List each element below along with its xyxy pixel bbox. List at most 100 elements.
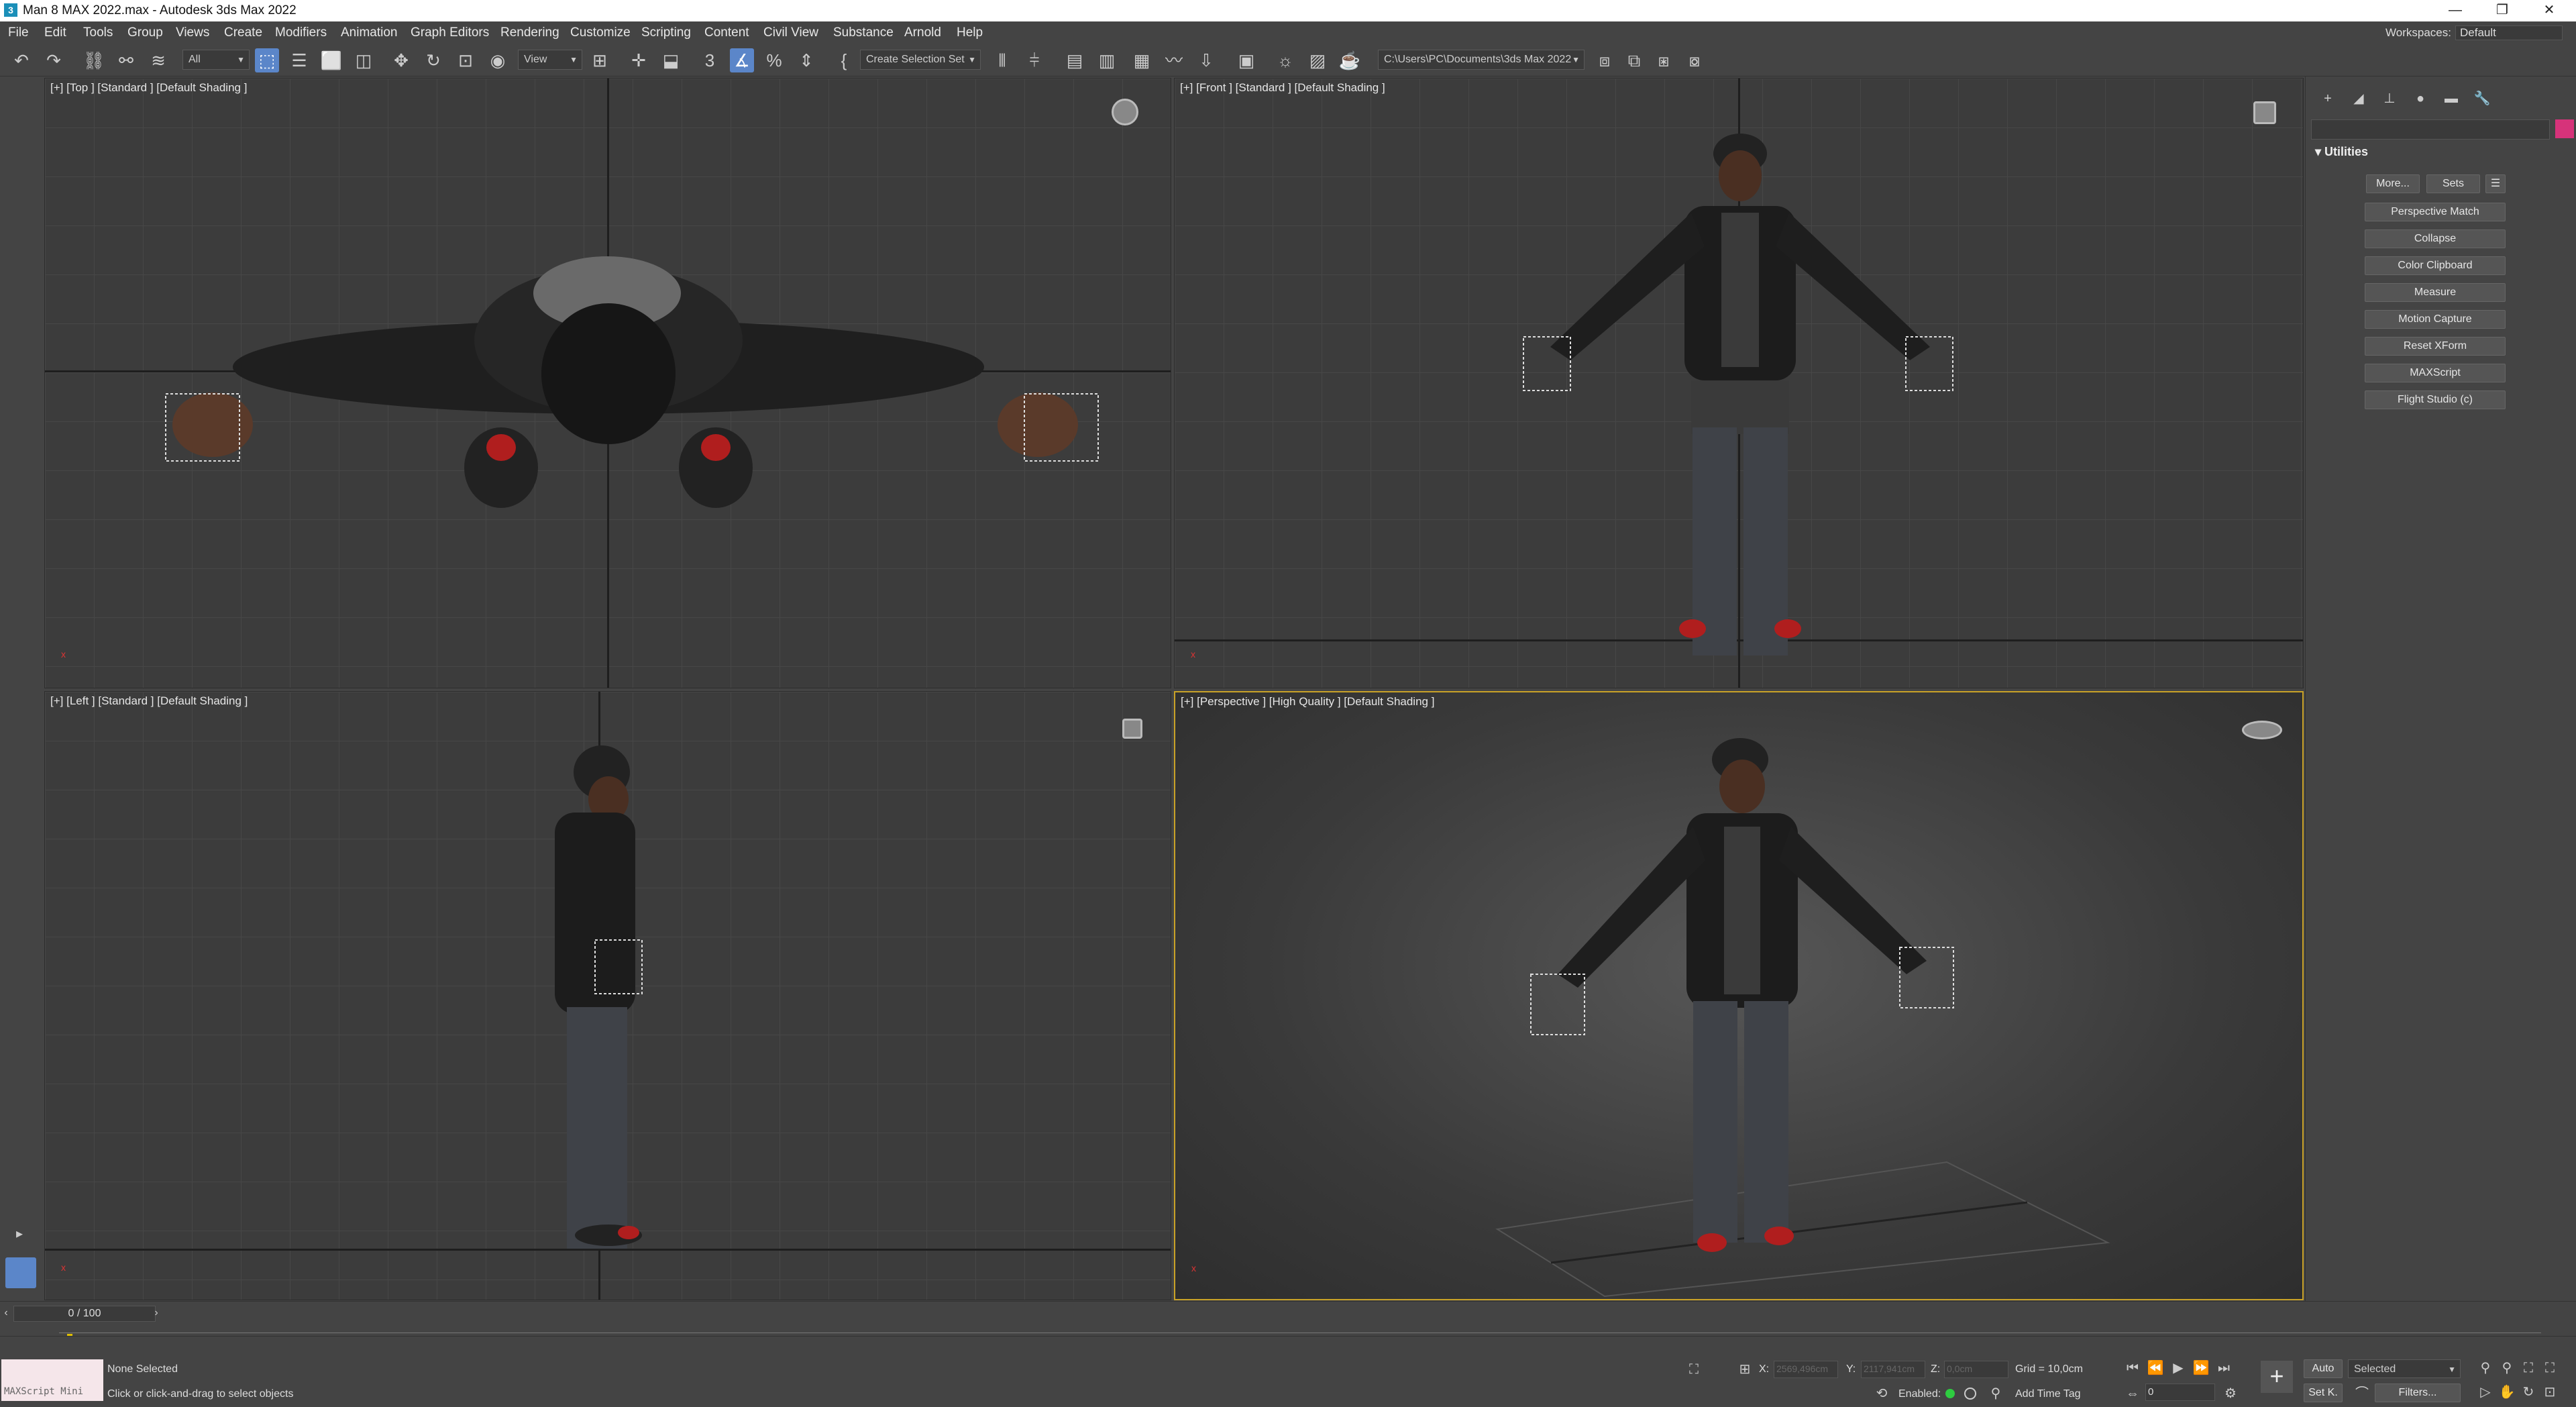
schematic-view-icon[interactable]: ⇩ — [1194, 48, 1218, 72]
configure-button-sets-icon[interactable]: ☰ — [2485, 174, 2506, 193]
menu-animation[interactable]: Animation — [341, 25, 398, 40]
menu-graph-editors[interactable]: Graph Editors — [411, 25, 489, 40]
time-slider[interactable]: 0 / 100 — [13, 1306, 156, 1322]
restore-icon[interactable]: ❐ — [2475, 0, 2529, 21]
perspective-match-button[interactable]: Perspective Match — [2365, 203, 2506, 221]
minimize-icon[interactable]: — — [2428, 0, 2482, 21]
snaps-toggle-icon[interactable]: 3 — [698, 48, 722, 72]
material-editor-icon[interactable]: ▣ — [1234, 48, 1258, 72]
close-icon[interactable]: ✕ — [2522, 0, 2576, 21]
menu-help[interactable]: Help — [957, 25, 983, 40]
menu-substance[interactable]: Substance — [833, 25, 894, 40]
play-icon[interactable]: ▸ — [9, 1224, 30, 1244]
viewport-perspective[interactable]: [+] [Perspective ] [High Quality ] [Defa… — [1174, 691, 2304, 1300]
zoom-icon[interactable]: ⚲ — [2475, 1358, 2496, 1378]
scene-explorer-icon[interactable]: ▤ — [1063, 48, 1087, 72]
display-tab-icon[interactable]: ▬ — [2441, 89, 2461, 109]
maxscript-mini-listener[interactable]: MAXScript Mini — [1, 1359, 103, 1401]
orbit-icon[interactable]: ↻ — [2518, 1382, 2538, 1402]
undo-icon[interactable]: ↶ — [9, 48, 34, 72]
named-selection-set-dropdown[interactable]: Create Selection Set ▼ — [860, 50, 981, 70]
open-project-icon[interactable]: ⧉ — [1622, 48, 1646, 72]
previous-frame-icon[interactable]: ⏪ — [2145, 1358, 2165, 1378]
viewport-front[interactable]: [+] [Front ] [Standard ] [Default Shadin… — [1174, 78, 2304, 688]
field-of-view-icon[interactable]: ▷ — [2475, 1382, 2496, 1402]
modify-tab-icon[interactable]: ◢ — [2349, 89, 2369, 109]
utilities-rollout-header[interactable]: ▾ Utilities — [2315, 145, 2368, 159]
project-path-dropdown[interactable]: C:\Users\PC\Documents\3ds Max 2022 ▼ — [1378, 50, 1585, 70]
time-tag-toggle-icon[interactable] — [1964, 1388, 1976, 1400]
add-time-tag[interactable]: Add Time Tag — [2015, 1388, 2081, 1400]
create-project-icon[interactable]: ⧆ — [1652, 48, 1676, 72]
key-filters-button[interactable]: Filters... — [2375, 1384, 2461, 1402]
z-coord-field[interactable]: 0,0cm — [1944, 1361, 2008, 1378]
select-object-icon[interactable]: ⬚ — [255, 48, 279, 72]
menu-modifiers[interactable]: Modifiers — [275, 25, 327, 40]
menu-rendering[interactable]: Rendering — [500, 25, 559, 40]
menu-edit[interactable]: Edit — [44, 25, 66, 40]
key-filter-dropdown[interactable]: Selected ▼ — [2348, 1359, 2461, 1378]
zoom-extents-all-icon[interactable]: ⛶ — [2540, 1358, 2560, 1378]
flight-studio-button[interactable]: Flight Studio (c) — [2365, 390, 2506, 409]
menu-customize[interactable]: Customize — [570, 25, 631, 40]
absolute-mode-icon[interactable]: ⊞ — [1735, 1359, 1755, 1379]
menu-tools[interactable]: Tools — [83, 25, 113, 40]
select-by-name-icon[interactable]: ☰ — [287, 48, 311, 72]
adaptive-degradation-icon[interactable]: ⟲ — [1872, 1384, 1892, 1404]
project-settings-icon[interactable]: ⧇ — [1682, 48, 1707, 72]
curve-editor-icon[interactable]: 〰 — [1162, 48, 1186, 72]
play-animation-icon[interactable]: ▶ — [2168, 1358, 2188, 1378]
unlink-icon[interactable]: ⚯ — [114, 48, 138, 72]
reference-coordinate-dropdown[interactable]: View ▼ — [518, 50, 582, 70]
x-coord-field[interactable]: 2569,496cm — [1774, 1361, 1838, 1378]
default-in-out-tangents-icon[interactable]: ⌒ — [2352, 1384, 2372, 1404]
menu-arnold[interactable]: Arnold — [904, 25, 941, 40]
project-folder-icon[interactable]: ⧈ — [1593, 48, 1617, 72]
place-icon[interactable]: ◉ — [486, 48, 510, 72]
set-key-button[interactable]: Set K. — [2304, 1384, 2343, 1402]
toggle-ribbon-icon[interactable]: ▦ — [1130, 48, 1154, 72]
motion-capture-button[interactable]: Motion Capture — [2365, 310, 2506, 329]
menu-scripting[interactable]: Scripting — [641, 25, 691, 40]
enabled-indicator-icon[interactable] — [1945, 1389, 1955, 1398]
color-clipboard-button[interactable]: Color Clipboard — [2365, 256, 2506, 275]
measure-button[interactable]: Measure — [2365, 283, 2506, 302]
isolate-selection-icon[interactable]: ⛶ — [1684, 1359, 1704, 1379]
y-coord-field[interactable]: 2117,941cm — [1861, 1361, 1925, 1378]
spinner-snap-icon[interactable]: ⇕ — [794, 48, 818, 72]
menu-group[interactable]: Group — [127, 25, 163, 40]
motion-tab-icon[interactable]: ● — [2410, 89, 2430, 109]
keyboard-shortcut-override-icon[interactable]: ⬓ — [659, 48, 683, 72]
auto-key-button[interactable]: Auto — [2304, 1359, 2343, 1378]
edit-named-selection-icon[interactable]: { — [832, 48, 856, 72]
time-configuration-icon[interactable]: ⚙ — [2220, 1384, 2241, 1404]
pan-view-icon[interactable]: ✋ — [2497, 1382, 2517, 1402]
bind-space-warp-icon[interactable]: ≋ — [146, 48, 170, 72]
reset-xform-button[interactable]: Reset XForm — [2365, 337, 2506, 356]
align-icon[interactable]: ⫩ — [1022, 48, 1046, 72]
select-move-icon[interactable]: ✥ — [389, 48, 413, 72]
selection-filter-dropdown[interactable]: All ▼ — [182, 50, 250, 70]
go-to-start-icon[interactable]: ⏮ — [2123, 1358, 2143, 1378]
select-rotate-icon[interactable]: ↻ — [421, 48, 445, 72]
zoom-all-icon[interactable]: ⚲ — [2497, 1358, 2517, 1378]
rectangular-selection-icon[interactable]: ⬜ — [319, 48, 343, 72]
zoom-extents-icon[interactable]: ⛶ — [2518, 1358, 2538, 1378]
link-icon[interactable]: ⛓ — [82, 48, 106, 72]
select-manipulate-icon[interactable]: ✛ — [627, 48, 651, 72]
object-color-swatch[interactable] — [2555, 119, 2574, 138]
layer-explorer-icon[interactable]: ▥ — [1095, 48, 1119, 72]
menu-views[interactable]: Views — [176, 25, 209, 40]
rendered-frame-window-icon[interactable]: ▨ — [1305, 48, 1330, 72]
create-tab-icon[interactable]: + — [2318, 89, 2338, 109]
viewport-left[interactable]: [+] [Left ] [Standard ] [Default Shading… — [44, 691, 1171, 1300]
mirror-icon[interactable]: ⫴ — [990, 48, 1014, 72]
menu-civil-view[interactable]: Civil View — [763, 25, 818, 40]
workspace-selector[interactable]: Workspaces: Default — [2385, 25, 2563, 40]
sets-button[interactable]: Sets — [2426, 174, 2480, 193]
redo-icon[interactable]: ↷ — [42, 48, 66, 72]
viewport-layout-icon[interactable] — [5, 1257, 36, 1288]
angle-snap-icon[interactable]: ∡ — [730, 48, 754, 72]
collapse-button[interactable]: Collapse — [2365, 229, 2506, 248]
maximize-viewport-icon[interactable]: ⊡ — [2540, 1382, 2560, 1402]
